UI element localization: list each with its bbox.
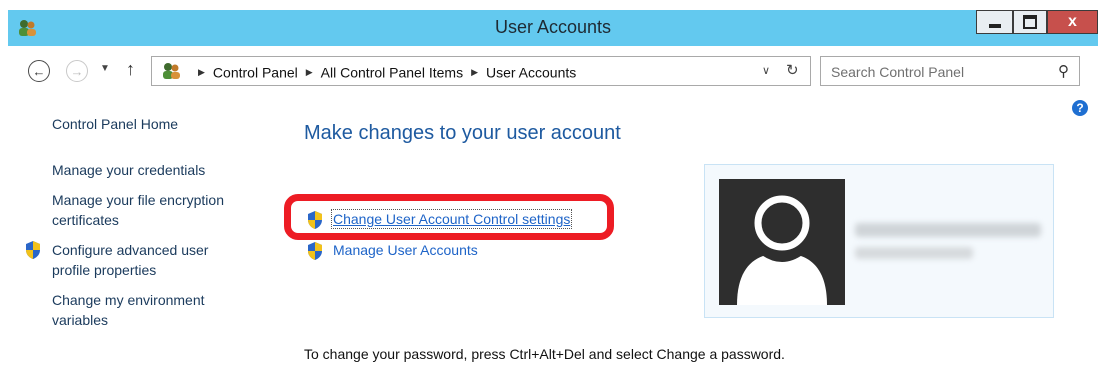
sidebar-item-manage-credentials[interactable]: Manage your credentials bbox=[52, 160, 205, 180]
title-bar: User Accounts x bbox=[8, 10, 1098, 46]
refresh-icon[interactable]: ↻ bbox=[786, 61, 799, 79]
highlight-annotation bbox=[284, 194, 614, 240]
up-button[interactable]: ↑ bbox=[126, 59, 135, 80]
close-icon: x bbox=[1068, 13, 1077, 30]
sidebar-item-control-panel-home[interactable]: Control Panel Home bbox=[52, 114, 178, 134]
password-hint: To change your password, press Ctrl+Alt+… bbox=[304, 346, 785, 362]
page-title: Make changes to your user account bbox=[304, 122, 621, 144]
address-bar[interactable]: ▶ Control Panel ▶ All Control Panel Items ▶ U… bbox=[151, 56, 811, 86]
content-area: ? Control Panel Home Manage your credent… bbox=[8, 100, 1098, 382]
window-title: User Accounts bbox=[494, 17, 612, 37]
close-button[interactable]: x bbox=[1047, 10, 1098, 34]
forward-arrow-icon: → bbox=[70, 63, 84, 79]
breadcrumb: ▶ Control Panel ▶ All Control Panel Items ▶ U… bbox=[190, 63, 576, 80]
shield-icon bbox=[24, 240, 42, 263]
user-tile bbox=[704, 164, 1054, 318]
search-placeholder: Search Control Panel bbox=[831, 64, 965, 80]
help-icon[interactable]: ? bbox=[1072, 100, 1088, 116]
sidebar-item-file-encryption[interactable]: Manage your file encryption certificates bbox=[52, 190, 252, 230]
blurred-account-type bbox=[855, 247, 973, 259]
user-avatar-icon bbox=[719, 179, 845, 305]
breadcrumb-control-panel[interactable]: Control Panel bbox=[213, 64, 298, 80]
search-icon[interactable]: ⚲ bbox=[1058, 62, 1069, 80]
chevron-right-icon: ▶ bbox=[471, 66, 478, 77]
address-dropdown-icon[interactable]: ∨ bbox=[762, 64, 770, 77]
forward-button[interactable]: → bbox=[66, 60, 88, 82]
minimize-button[interactable] bbox=[976, 10, 1013, 34]
manage-user-accounts-link[interactable]: Manage User Accounts bbox=[333, 242, 478, 258]
breadcrumb-user-accounts[interactable]: User Accounts bbox=[486, 64, 576, 80]
search-input[interactable]: Search Control Panel ⚲ bbox=[820, 56, 1080, 86]
sidebar-item-advanced-profile[interactable]: Configure advanced user profile properti… bbox=[52, 240, 232, 280]
users-icon bbox=[160, 62, 182, 80]
chevron-right-icon: ▶ bbox=[305, 66, 313, 77]
sidebar-item-environment-variables[interactable]: Change my environment variables bbox=[52, 290, 232, 330]
maximize-button[interactable] bbox=[1013, 10, 1047, 34]
chevron-right-icon: ▶ bbox=[198, 66, 205, 77]
chevron-down-icon: ▼ bbox=[100, 63, 110, 74]
blurred-username bbox=[855, 223, 1041, 237]
shield-icon bbox=[306, 241, 324, 266]
recent-locations-button[interactable]: ▼ bbox=[100, 63, 110, 74]
minimize-icon bbox=[988, 24, 1001, 28]
back-arrow-icon: ← bbox=[32, 63, 46, 79]
breadcrumb-all-items[interactable]: All Control Panel Items bbox=[321, 64, 463, 80]
back-button[interactable]: ← bbox=[28, 60, 50, 82]
navigation-bar: ← → ▼ ↑ ▶ Control Panel ▶ All Control Panel… bbox=[8, 46, 1098, 100]
up-arrow-icon: ↑ bbox=[126, 59, 135, 79]
maximize-icon bbox=[1023, 15, 1037, 29]
